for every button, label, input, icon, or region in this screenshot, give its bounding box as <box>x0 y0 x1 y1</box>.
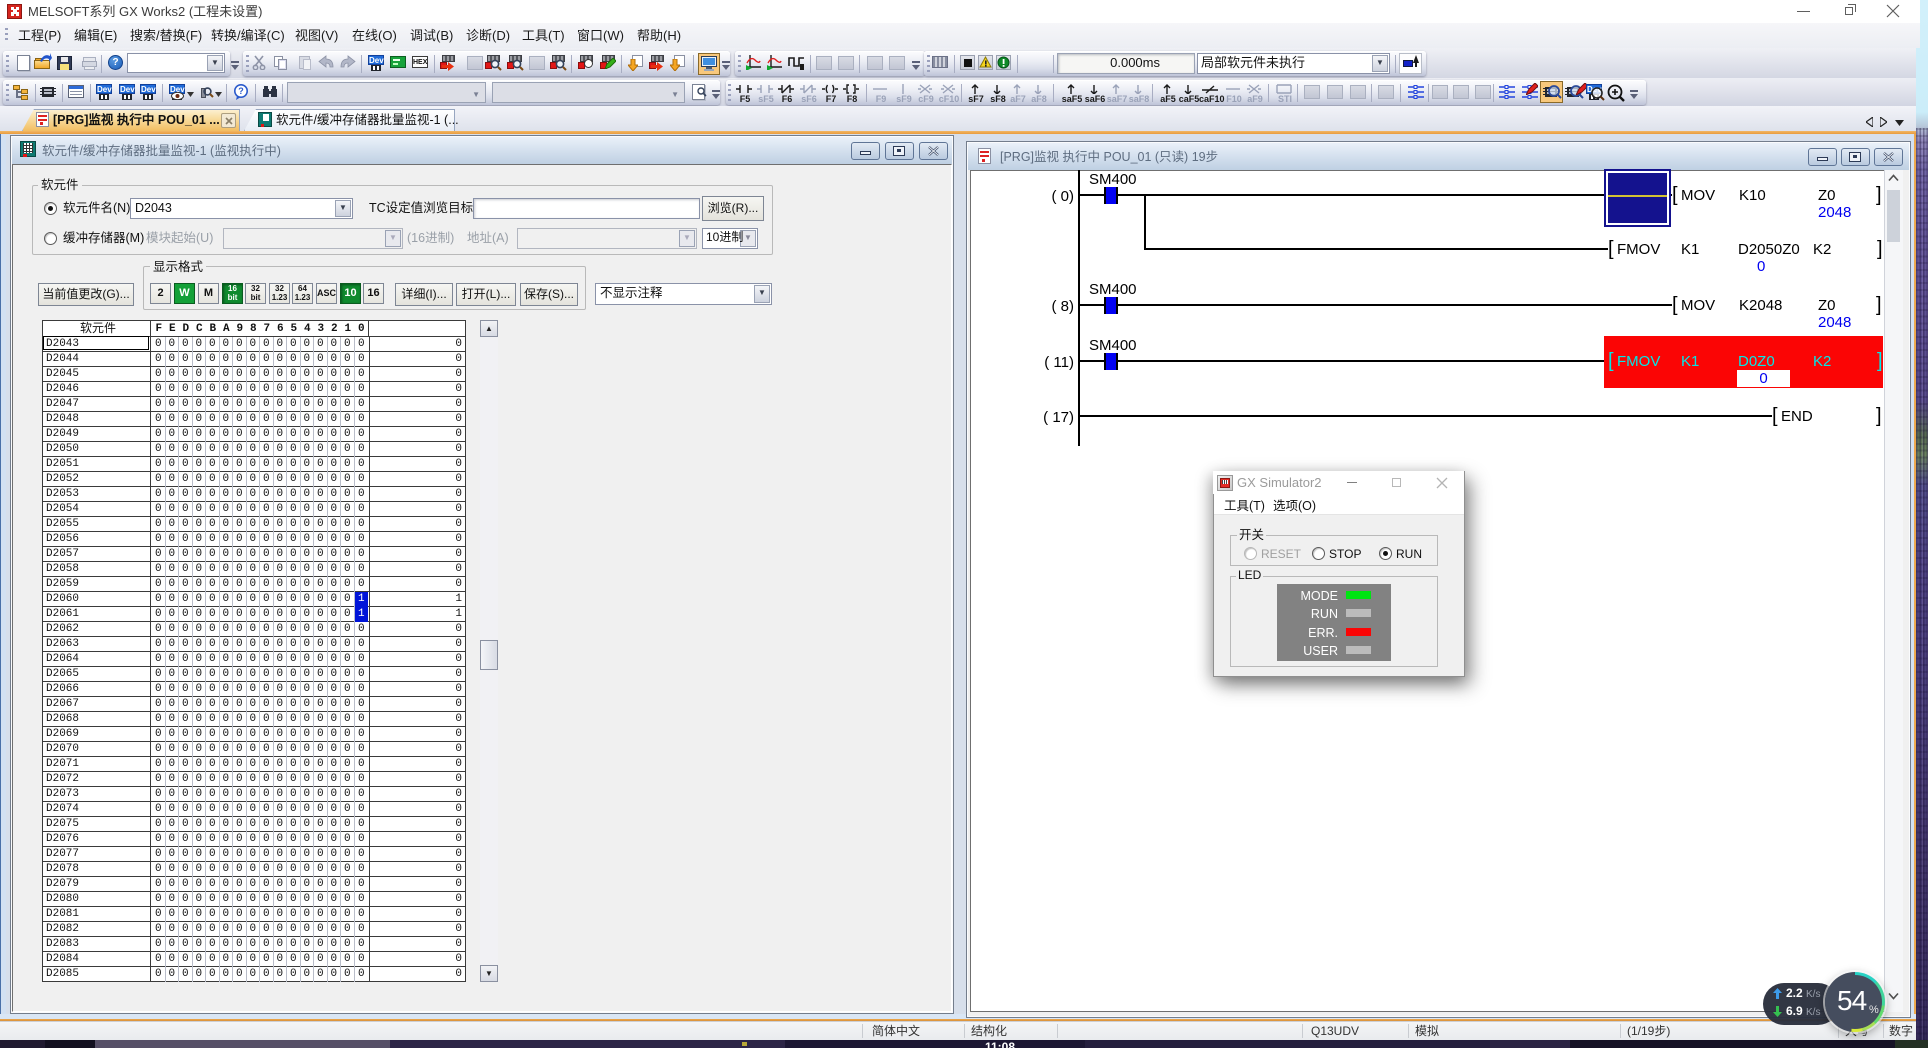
svg-text:?: ? <box>238 86 244 96</box>
